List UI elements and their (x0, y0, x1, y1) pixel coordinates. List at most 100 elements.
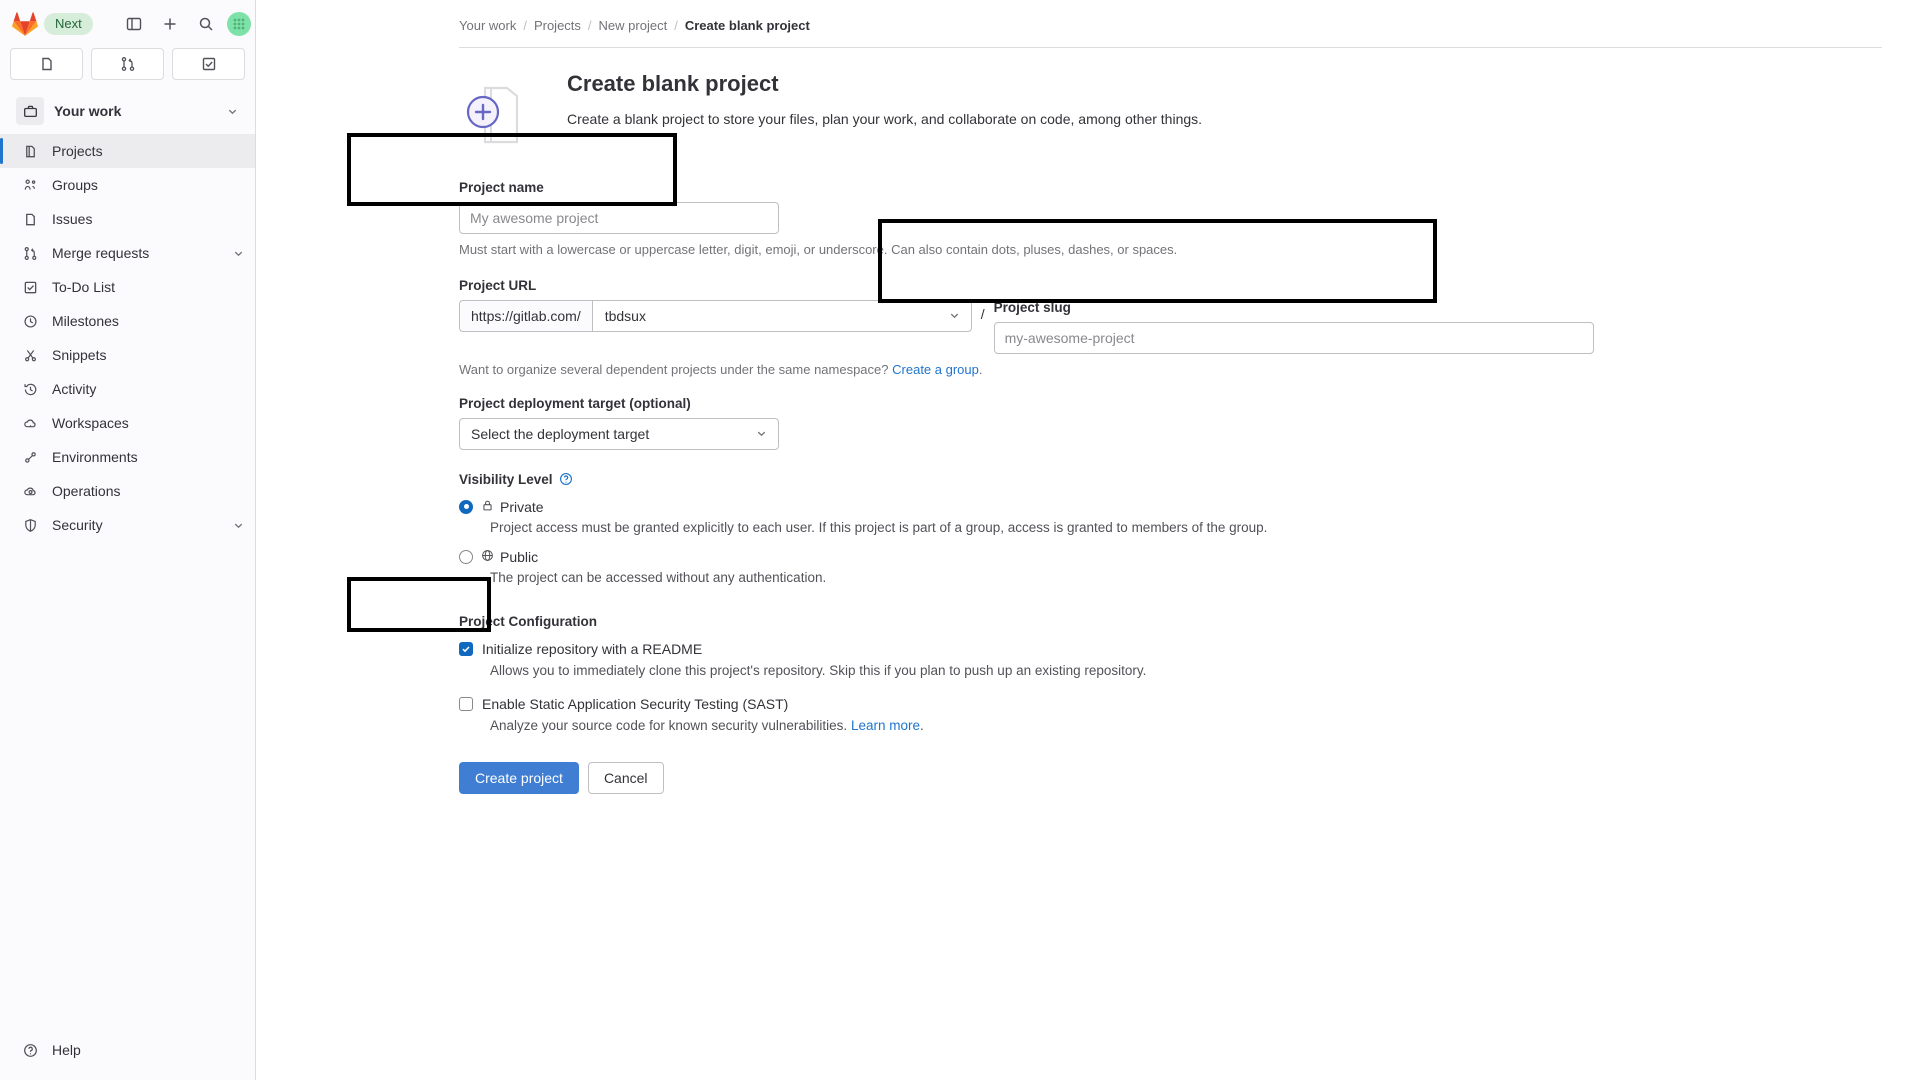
avatar[interactable] (226, 12, 251, 36)
sidebar-item-milestones[interactable]: Milestones (0, 304, 255, 338)
page-hero: Create blank project Create a blank proj… (459, 70, 1920, 152)
sidebar-item-environments[interactable]: Environments (0, 440, 255, 474)
merge-requests-icon (20, 243, 40, 263)
project-url-prefix: https://gitlab.com/ (459, 299, 592, 332)
breadcrumb-item-your-work[interactable]: Your work (459, 18, 516, 33)
config-option-readme[interactable]: Initialize repository with a README (459, 641, 1920, 657)
page-content: Create blank project Create a blank proj… (256, 48, 1920, 794)
public-label: Public (500, 549, 539, 566)
todo-icon (20, 277, 40, 297)
project-url-hint-text: Want to organize several dependent proje… (459, 361, 889, 377)
lock-icon (481, 499, 494, 515)
visibility-title-row: Visibility Level (459, 472, 1920, 487)
sidebar-item-todo-list[interactable]: To-Do List (0, 270, 255, 304)
visibility-section: Visibility Level Private Project access … (459, 472, 1920, 588)
sidebar-item-snippets[interactable]: Snippets (0, 338, 255, 372)
sidebar-item-label: Snippets (52, 347, 107, 363)
create-project-form: Project name Must start with a lowercase… (459, 180, 1920, 794)
project-name-hint: Must start with a lowercase or uppercase… (459, 242, 1178, 257)
sidebar-toggle-icon[interactable] (119, 9, 149, 39)
visibility-option-private[interactable]: Private (459, 499, 1920, 515)
activity-history-icon (20, 379, 40, 399)
sast-description-text: Analyze your source code for known secur… (490, 718, 848, 734)
chevron-down-icon[interactable] (232, 247, 245, 260)
project-slug-label: Project slug (993, 299, 1071, 315)
chevron-down-icon[interactable] (232, 519, 245, 532)
cancel-button[interactable]: Cancel (587, 761, 664, 794)
security-shield-icon (20, 515, 40, 535)
globe-icon (481, 549, 494, 565)
sidebar-item-projects[interactable]: Projects (0, 134, 255, 168)
sidebar-item-issues[interactable]: Issues (0, 202, 255, 236)
sidebar-section-label: Your work (54, 103, 122, 119)
public-description: The project can be accessed without any … (490, 570, 827, 586)
sidebar-item-label: Projects (52, 143, 103, 159)
breadcrumb-item-projects[interactable]: Projects (534, 18, 581, 33)
new-item-icon[interactable] (155, 9, 185, 39)
sast-learn-more-link[interactable]: Learn more (851, 718, 920, 733)
help-circle-icon[interactable] (559, 472, 573, 486)
next-badge: Next (44, 13, 93, 35)
snippets-scissors-icon (20, 345, 40, 365)
sidebar-item-workspaces[interactable]: Workspaces (0, 406, 255, 440)
issues-quick-icon[interactable] (10, 48, 83, 80)
namespace-select[interactable]: tbdsux (591, 299, 972, 332)
sidebar-header: Next (0, 0, 255, 44)
sast-description: Analyze your source code for known secur… (490, 716, 1920, 736)
new-project-plus-icon (459, 74, 537, 152)
config-option-sast[interactable]: Enable Static Application Security Testi… (459, 696, 1920, 712)
chevron-down-icon[interactable] (226, 105, 239, 118)
visibility-option-public[interactable]: Public (459, 549, 1920, 565)
project-url-label: Project URL (459, 277, 537, 293)
sidebar-item-label: Operations (52, 483, 121, 499)
sast-checkbox[interactable] (459, 697, 473, 712)
help-question-icon (20, 1040, 40, 1060)
sidebar-item-security[interactable]: Security (0, 508, 255, 542)
sidebar-item-label: Milestones (52, 313, 119, 329)
sidebar-quick-actions (0, 44, 255, 90)
sidebar-item-label: Environments (52, 449, 138, 465)
readme-description: Allows you to immediately clone this pro… (490, 662, 1147, 678)
sidebar-section-your-work[interactable]: Your work (8, 92, 247, 130)
sast-description-suffix: . (919, 718, 924, 734)
create-a-group-link[interactable]: Create a group (892, 362, 979, 377)
private-label-row: Private (481, 499, 544, 515)
breadcrumb-item-new-project[interactable]: New project (599, 18, 668, 33)
sidebar-item-label: Security (52, 517, 103, 533)
private-radio[interactable] (459, 499, 473, 514)
sidebar-item-activity[interactable]: Activity (0, 372, 255, 406)
url-slash-separator: / (980, 305, 985, 322)
page-title: Create blank project (567, 71, 779, 96)
chevron-down-icon (948, 309, 961, 322)
sidebar-item-help[interactable]: Help (20, 1034, 245, 1066)
todo-quick-icon[interactable] (172, 48, 245, 80)
sidebar-item-label: Groups (52, 177, 98, 193)
visibility-title: Visibility Level (459, 471, 553, 487)
form-actions: Create project Cancel (459, 761, 1920, 794)
public-radio[interactable] (459, 550, 473, 565)
project-name-input[interactable] (459, 202, 779, 234)
work-briefcase-icon (16, 97, 44, 125)
sast-label: Enable Static Application Security Testi… (482, 696, 789, 713)
page-subtitle: Create a blank project to store your fil… (567, 110, 1203, 127)
sidebar-header-icons (119, 9, 251, 39)
deployment-target-select[interactable]: Select the deployment target (459, 417, 779, 450)
readme-checkbox[interactable] (459, 641, 473, 656)
groups-icon (20, 175, 40, 195)
sidebar-item-label: Issues (52, 211, 93, 227)
chevron-down-icon (755, 427, 768, 440)
create-project-button[interactable]: Create project (459, 761, 579, 794)
merge-requests-quick-icon[interactable] (91, 48, 164, 80)
sidebar-item-operations[interactable]: Operations (0, 474, 255, 508)
sidebar-item-merge-requests[interactable]: Merge requests (0, 236, 255, 270)
breadcrumb-separator: / (674, 18, 678, 33)
project-url-section: Project URL https://gitlab.com/ tbdsux /… (459, 278, 1920, 380)
project-slug-input[interactable] (993, 321, 1594, 354)
sidebar: Next Your work Projects Groups Issues Me… (0, 0, 256, 1080)
project-url-group: https://gitlab.com/ tbdsux (459, 299, 972, 332)
sidebar-item-groups[interactable]: Groups (0, 168, 255, 202)
environments-icon (20, 447, 40, 467)
gitlab-logo-icon[interactable] (12, 11, 38, 37)
public-label-row: Public (481, 549, 538, 565)
search-icon[interactable] (191, 9, 221, 39)
